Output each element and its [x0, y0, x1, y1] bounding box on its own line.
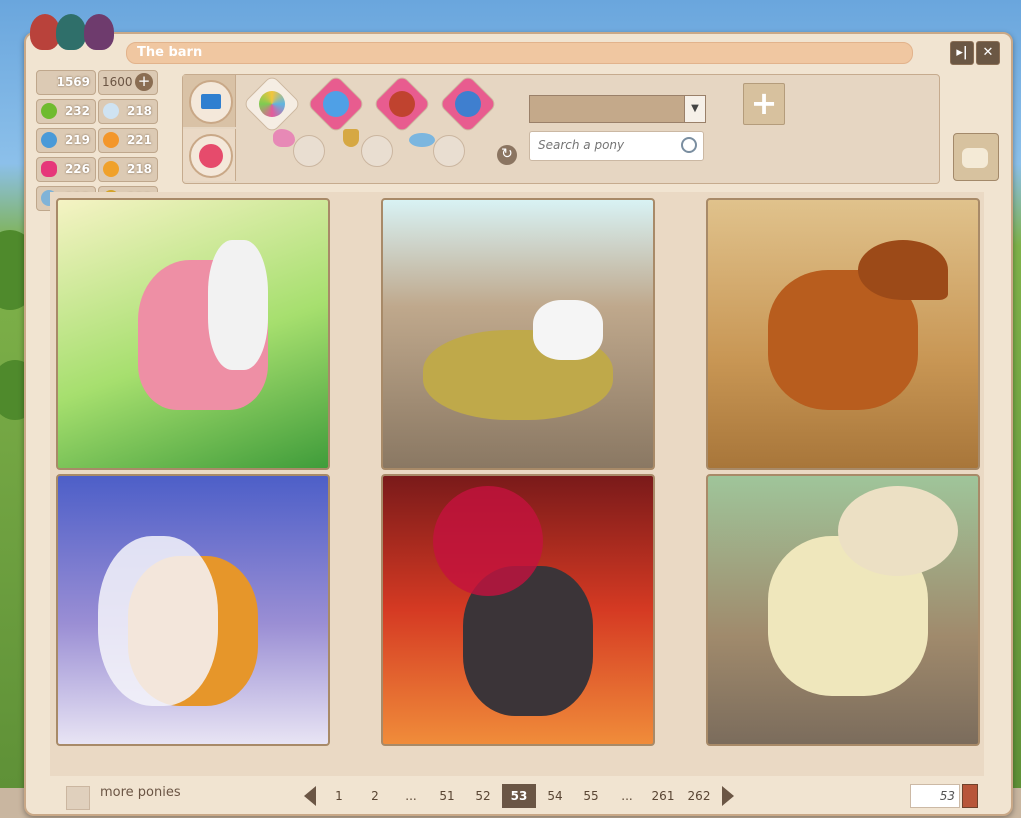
endurance-stat: 218: [98, 157, 158, 182]
unicorn-filter-slot[interactable]: [293, 135, 325, 167]
love-heart-icon: [389, 91, 415, 117]
endurance-value: 218: [126, 162, 152, 176]
pony-mane: [98, 536, 218, 706]
filter-breeding[interactable]: [438, 74, 498, 134]
filter-toolbar: ↻ ▼ +: [182, 74, 999, 184]
prev-page-arrow[interactable]: [304, 786, 316, 806]
morale-stat: 221: [98, 128, 158, 153]
tab-favorites[interactable]: [183, 129, 236, 181]
pony-wing: [858, 240, 948, 300]
barn-window: The barn ▸| ✕ 1569 1600 + 232 218 219 22…: [24, 14, 1013, 816]
page-53-current[interactable]: 53: [502, 784, 536, 808]
pony-card[interactable]: [381, 474, 655, 746]
next-page-arrow[interactable]: [722, 786, 734, 806]
pony-card[interactable]: [56, 474, 330, 746]
page-number-input[interactable]: 53: [910, 784, 960, 808]
coins-stat: 1569: [36, 70, 96, 95]
pony-mane: [208, 240, 268, 370]
sun-icon: [103, 132, 119, 148]
pony-card[interactable]: [706, 474, 980, 746]
star-icon: [189, 134, 233, 178]
energy-stat: 232: [36, 99, 96, 124]
morale-value: 221: [126, 133, 152, 147]
add-folder-button[interactable]: +: [743, 83, 785, 125]
go-to-page-button[interactable]: [962, 784, 978, 808]
coins-max-stat: 1600 +: [98, 70, 158, 95]
all-ponies-icon: [259, 91, 285, 117]
filter-love[interactable]: [372, 74, 432, 134]
gender-icon: [323, 91, 349, 117]
breeding-icon: [455, 91, 481, 117]
coins-max-value: 1600: [102, 75, 133, 89]
transfer-pony-button[interactable]: [953, 133, 999, 181]
affection-stat: 226: [36, 157, 96, 182]
heart-icon: [41, 161, 57, 177]
page-55[interactable]: 55: [574, 784, 608, 808]
page-ellipsis: ...: [405, 789, 417, 803]
search-input[interactable]: [536, 137, 680, 153]
health-stat: 218: [98, 99, 158, 124]
pony-wing: [433, 486, 543, 596]
window-title: The barn: [137, 45, 203, 60]
page-261[interactable]: 261: [646, 784, 680, 808]
folder-icon: [189, 80, 233, 124]
cloud-icon: [103, 103, 119, 119]
pony-card[interactable]: [706, 198, 980, 470]
more-ponies-label: more ponies: [100, 785, 181, 800]
pony-wing: [838, 486, 958, 576]
chevron-down-icon[interactable]: ▼: [684, 96, 705, 122]
hygiene-value: 219: [64, 133, 90, 147]
window-title-bar: The barn: [126, 42, 913, 64]
affection-value: 226: [64, 162, 90, 176]
trophy-icon: [343, 129, 359, 147]
unicorn-icon: [273, 129, 295, 147]
pony-transfer-icon: [962, 148, 988, 168]
coins-value: 1569: [56, 75, 90, 89]
paw-icon: [103, 161, 119, 177]
page-262[interactable]: 262: [682, 784, 716, 808]
category-select[interactable]: ▼: [529, 95, 706, 123]
apple-icon: [41, 103, 57, 119]
page-2[interactable]: 2: [358, 784, 392, 808]
refresh-button[interactable]: ↻: [497, 145, 517, 165]
pony-card[interactable]: [381, 198, 655, 470]
more-ponies-checkbox[interactable]: [66, 786, 90, 810]
trophy-filter-slot[interactable]: [361, 135, 393, 167]
collapse-button[interactable]: ▸|: [950, 41, 974, 65]
page-52[interactable]: 52: [466, 784, 500, 808]
energy-value: 232: [64, 104, 90, 118]
page-54[interactable]: 54: [538, 784, 572, 808]
health-value: 218: [126, 104, 152, 118]
pony-mane: [533, 300, 603, 360]
add-coins-icon[interactable]: +: [135, 73, 153, 91]
page-51[interactable]: 51: [430, 784, 464, 808]
drops-icon: [41, 132, 57, 148]
filter-gender[interactable]: [306, 74, 366, 134]
eye-filter-slot[interactable]: [433, 135, 465, 167]
tab-folders[interactable]: [183, 75, 236, 127]
close-button[interactable]: ✕: [976, 41, 1000, 65]
pony-card[interactable]: [56, 198, 330, 470]
hygiene-stat: 219: [36, 128, 96, 153]
filter-all-ponies[interactable]: [242, 74, 302, 134]
search-icon[interactable]: [681, 137, 697, 153]
pony-grid: [50, 192, 984, 776]
eye-icon: [409, 133, 435, 147]
page-1[interactable]: 1: [322, 784, 356, 808]
mascot-logo: [26, 6, 126, 56]
search-box: [529, 131, 704, 161]
page-ellipsis: ...: [621, 789, 633, 803]
